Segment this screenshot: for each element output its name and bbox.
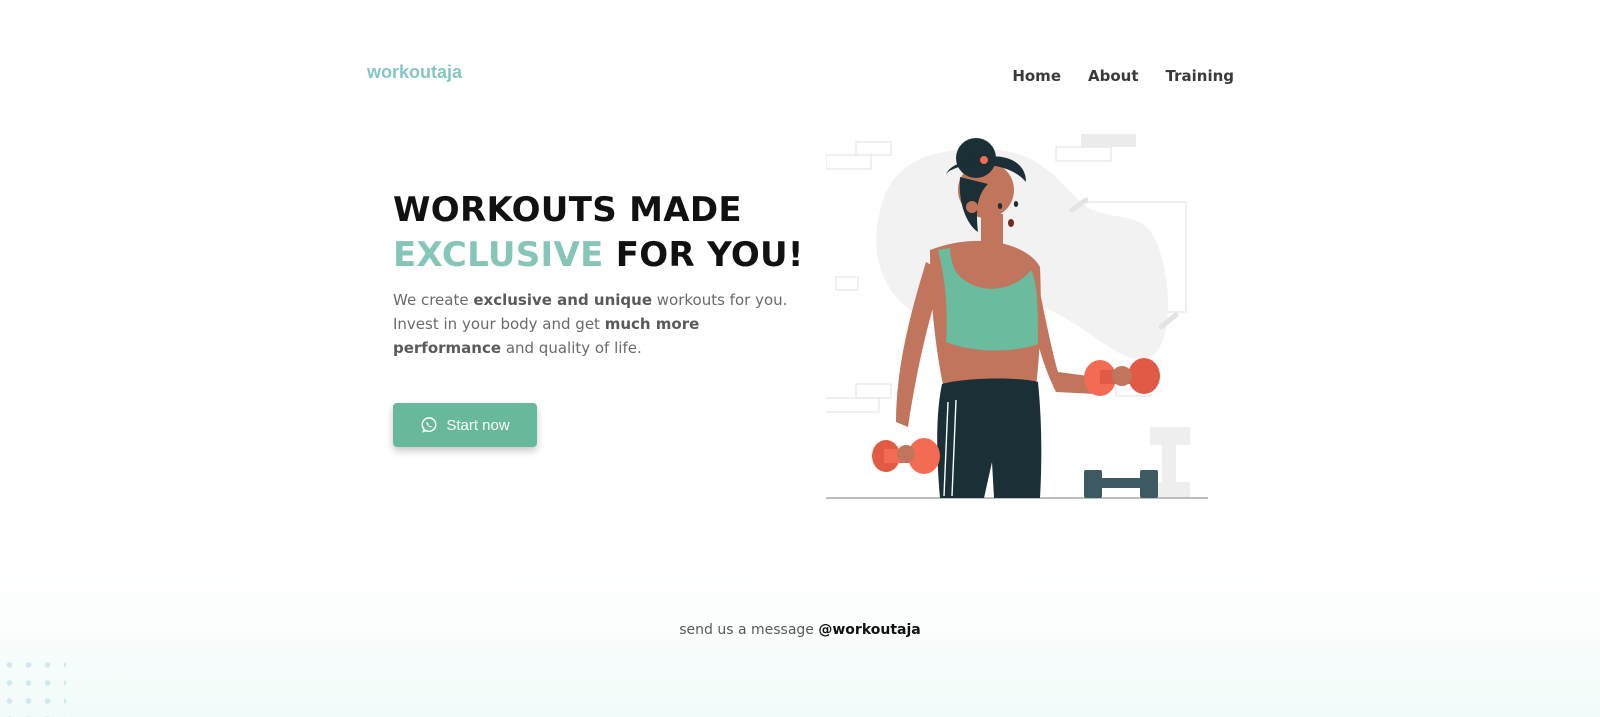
footer-text: send us a message [679,622,819,638]
nav-training[interactable]: Training [1166,67,1234,85]
headline-rest: FOR YOU! [603,235,804,275]
nav-home[interactable]: Home [1012,67,1061,85]
headline-line1: WORKOUTS MADE [393,190,742,230]
desc-bold-1: exclusive and unique [473,291,652,309]
nav-about[interactable]: About [1088,67,1139,85]
woman-dumbbells-illustration [823,132,1210,514]
start-now-label: Start now [446,416,510,434]
brand-logo[interactable]: workoutaja [367,62,462,83]
whatsapp-icon [420,416,438,434]
footer-handle[interactable]: @workoutaja [818,622,920,638]
floor-dumbbell [1084,470,1158,498]
desc-text-1: We create [393,291,474,309]
footer-message: send us a message @workoutaja [0,622,1600,638]
hero-headline: WORKOUTS MADE EXCLUSIVE FOR YOU! [393,188,804,278]
desc-text-3: and quality of life. [501,339,642,357]
right-dumbbell [1084,358,1160,396]
left-dumbbell [872,438,940,474]
dots-decoration [0,656,66,717]
main-nav: Home About Training [1012,67,1234,85]
headline-accent: EXCLUSIVE [393,235,604,275]
start-now-button[interactable]: Start now [393,403,537,447]
hero-description: We create exclusive and unique workouts … [393,288,793,360]
